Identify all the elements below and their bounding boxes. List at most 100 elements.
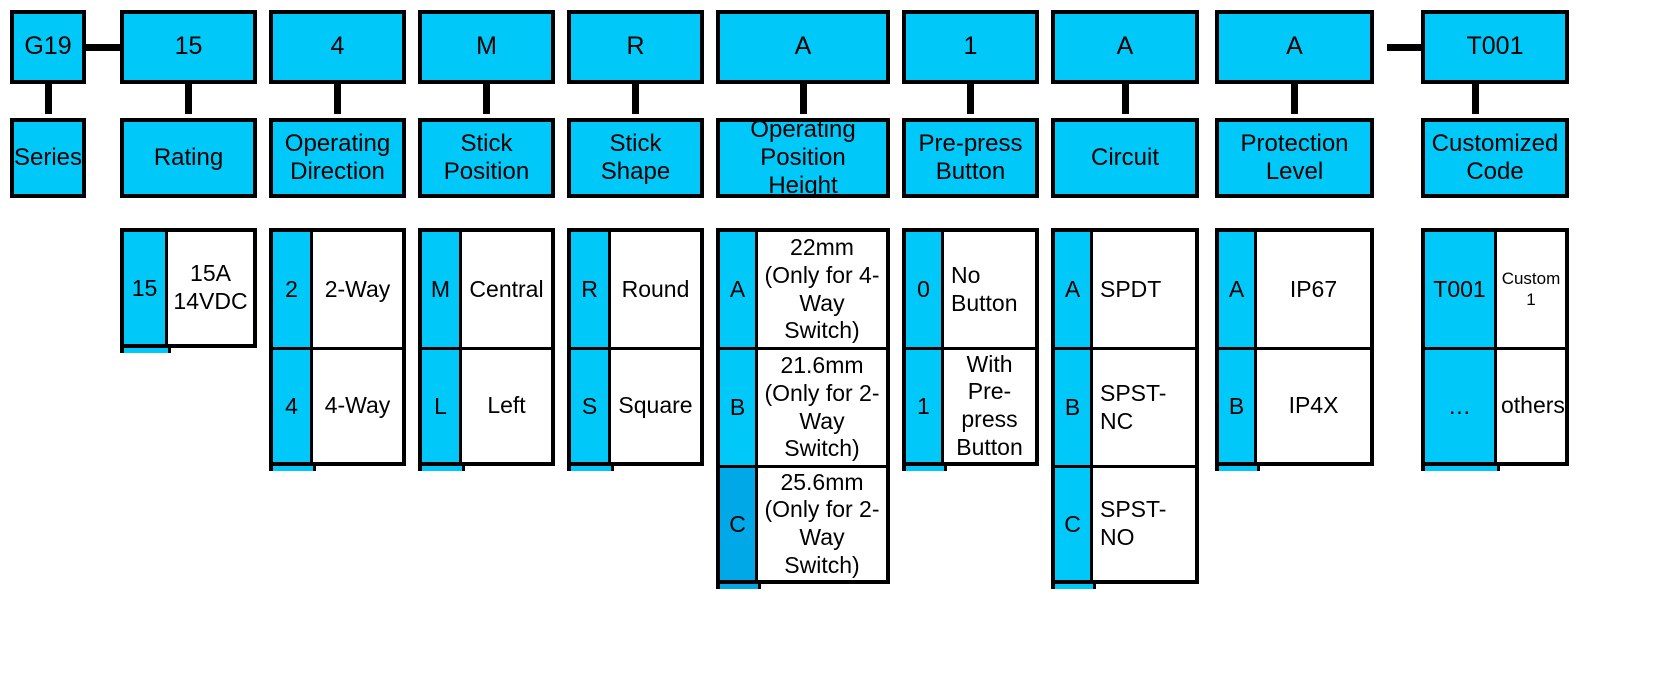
connector-stub-stick-position: [483, 84, 490, 114]
code-box-series[interactable]: G19: [10, 10, 86, 84]
option-row[interactable]: A IP67: [1219, 232, 1370, 350]
header-box-series: Series: [10, 118, 86, 198]
option-label: 2-Way: [324, 275, 391, 302]
option-label: IP4X: [1288, 392, 1339, 419]
option-row[interactable]: T001 Custom 1: [1425, 232, 1565, 350]
option-label: 25.6mm (Only for 2-Way Switch): [764, 468, 880, 578]
option-label: Left: [487, 392, 526, 419]
option-label: SPST-NC: [1100, 379, 1167, 434]
code-box-stick-shape[interactable]: R: [567, 10, 704, 84]
option-row[interactable]: S Square: [571, 350, 700, 462]
option-label: 15A 14VDC: [173, 260, 248, 314]
option-label: Custom 1: [1501, 269, 1561, 309]
code-box-rating[interactable]: 15: [120, 10, 257, 84]
option-code: 4: [273, 350, 313, 462]
option-label: 21.6mm (Only for 2-Way Switch): [764, 352, 880, 462]
connector-stub-pre-press-button: [967, 84, 974, 114]
header-box-stick-shape: Stick Shape: [567, 118, 704, 198]
option-row[interactable]: B IP4X: [1219, 350, 1370, 462]
separator-dash-left: [86, 44, 120, 51]
option-code-bleed: [716, 584, 761, 589]
option-row[interactable]: … others: [1425, 350, 1565, 462]
header-box-pre-press-button: Pre-press Button: [902, 118, 1039, 198]
header-box-protection-level: Protection Level: [1215, 118, 1374, 198]
option-label: SPST-NO: [1100, 496, 1167, 550]
option-code-bleed: [1215, 466, 1260, 471]
option-table-customized-code: T001 Custom 1 … others: [1421, 228, 1569, 466]
option-table-circuit: A SPDT B SPST-NC C SPST-NO: [1051, 228, 1199, 584]
option-code-bleed: [1421, 466, 1500, 471]
code-box-operating-position-height[interactable]: A: [716, 10, 890, 84]
option-row[interactable]: B 21.6mm (Only for 2-Way Switch): [720, 350, 886, 468]
connector-stub-stick-shape: [632, 84, 639, 114]
option-code-bleed: [269, 466, 316, 471]
option-label: 22mm (Only for 4-Way Switch): [764, 234, 880, 344]
option-code: T001: [1425, 232, 1497, 347]
option-label: Square: [618, 392, 693, 419]
option-code: R: [571, 232, 611, 347]
separator-dash-right: [1387, 44, 1421, 51]
option-row[interactable]: A SPDT: [1055, 232, 1195, 350]
option-label: 4-Way: [324, 392, 391, 419]
connector-stub-rating: [185, 84, 192, 114]
part-number-configurator-diagram: G19 15 4 M R A 1 A A T001 Series Rating …: [0, 0, 1669, 692]
header-box-stick-position: Stick Position: [418, 118, 555, 198]
code-box-circuit[interactable]: A: [1051, 10, 1199, 84]
connector-stub-operating-position-height: [800, 84, 807, 114]
option-label: others: [1501, 392, 1565, 419]
code-box-pre-press-button[interactable]: 1: [902, 10, 1039, 84]
connector-stub-operating-direction: [334, 84, 341, 114]
option-table-rating: 15 15A 14VDC: [120, 228, 257, 348]
connector-stub-customized-code: [1472, 84, 1479, 114]
option-code: 1: [906, 350, 944, 462]
option-code-bleed: [120, 348, 171, 353]
option-label: With Pre-press Button: [956, 350, 1023, 460]
header-box-rating: Rating: [120, 118, 257, 198]
code-box-stick-position[interactable]: M: [418, 10, 555, 84]
option-label: SPDT: [1100, 275, 1162, 302]
header-box-customized-code: Customized Code: [1421, 118, 1569, 198]
option-row[interactable]: 1 With Pre-press Button: [906, 350, 1035, 462]
header-box-operating-direction: Operating Direction: [269, 118, 406, 198]
option-table-protection-level: A IP67 B IP4X: [1215, 228, 1374, 466]
option-row[interactable]: A 22mm (Only for 4-Way Switch): [720, 232, 886, 350]
option-row[interactable]: 4 4-Way: [273, 350, 402, 462]
option-code: A: [720, 232, 758, 347]
option-code-bleed: [1051, 584, 1096, 589]
option-table-operating-position-height: A 22mm (Only for 4-Way Switch) B 21.6mm …: [716, 228, 890, 584]
option-code-bleed: [418, 466, 465, 471]
option-label: Central: [469, 275, 544, 302]
option-code: L: [422, 350, 462, 462]
option-row[interactable]: 0 No Button: [906, 232, 1035, 350]
option-table-stick-shape: R Round S Square: [567, 228, 704, 466]
connector-stub-protection-level: [1291, 84, 1298, 114]
option-table-operating-direction: 2 2-Way 4 4-Way: [269, 228, 406, 466]
option-row[interactable]: C SPST-NO: [1055, 468, 1195, 580]
option-row[interactable]: 2 2-Way: [273, 232, 402, 350]
option-row[interactable]: B SPST-NC: [1055, 350, 1195, 468]
option-row[interactable]: L Left: [422, 350, 551, 462]
option-row[interactable]: M Central: [422, 232, 551, 350]
option-code-bleed: [902, 466, 947, 471]
option-code: C: [720, 468, 758, 580]
connector-stub-circuit: [1122, 84, 1129, 114]
option-label: Round: [621, 275, 690, 302]
option-code: 2: [273, 232, 313, 347]
option-row[interactable]: 15 15A 14VDC: [124, 232, 253, 344]
option-row[interactable]: C 25.6mm (Only for 2-Way Switch): [720, 468, 886, 580]
option-table-pre-press-button: 0 No Button 1 With Pre-press Button: [902, 228, 1039, 466]
code-box-operating-direction[interactable]: 4: [269, 10, 406, 84]
option-row[interactable]: R Round: [571, 232, 700, 350]
option-code: S: [571, 350, 611, 462]
option-label: IP67: [1289, 275, 1338, 302]
code-box-protection-level[interactable]: A: [1215, 10, 1374, 84]
option-code: …: [1425, 350, 1497, 462]
option-code: M: [422, 232, 462, 347]
header-box-circuit: Circuit: [1051, 118, 1199, 198]
option-code: 0: [906, 232, 944, 347]
option-code: 15: [124, 232, 168, 344]
option-code: A: [1055, 232, 1093, 347]
option-code: B: [1055, 350, 1093, 465]
code-box-customized-code[interactable]: T001: [1421, 10, 1569, 84]
option-code-bleed: [567, 466, 614, 471]
